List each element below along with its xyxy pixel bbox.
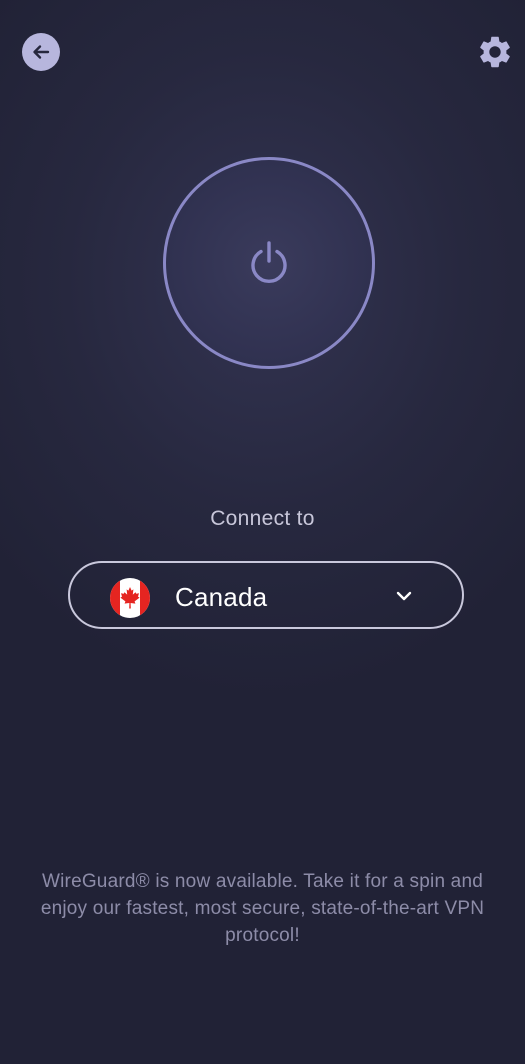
vpn-app-window: Connect to Canada WireGuard® is now avai… [0, 0, 525, 1064]
power-icon [251, 241, 287, 284]
selected-country-label: Canada [175, 582, 268, 612]
wireguard-announcement: WireGuard® is now available. Take it for… [40, 871, 485, 946]
settings-button[interactable] [475, 32, 515, 72]
gear-icon [480, 36, 510, 68]
canada-flag-icon [110, 578, 150, 618]
back-button[interactable] [22, 33, 60, 71]
arrow-left-icon [33, 45, 50, 59]
chevron-down-icon [396, 591, 412, 601]
power-button[interactable] [163, 157, 375, 369]
connect-to-label: Connect to [210, 507, 315, 530]
country-selector[interactable]: Canada [68, 561, 464, 629]
